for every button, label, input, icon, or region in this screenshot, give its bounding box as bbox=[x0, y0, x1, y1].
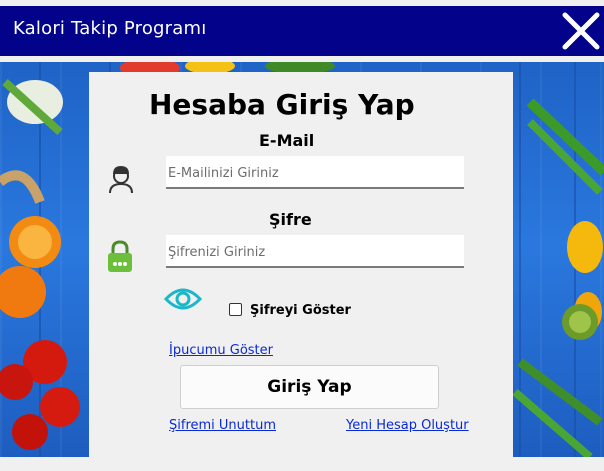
password-field[interactable] bbox=[166, 235, 464, 268]
close-icon[interactable] bbox=[562, 12, 600, 50]
login-button[interactable]: Giriş Yap bbox=[180, 365, 439, 409]
forgot-password-link[interactable]: Şifremi Unuttum bbox=[169, 418, 276, 433]
show-password-checkbox[interactable] bbox=[229, 303, 242, 316]
email-label: E-Mail bbox=[259, 131, 315, 150]
login-panel: Hesaba Giriş Yap E-Mail Şifre Şifreyi Gö… bbox=[89, 72, 513, 457]
show-password-label[interactable]: Şifreyi Göster bbox=[250, 303, 351, 318]
email-field[interactable] bbox=[166, 156, 464, 189]
bottom-strip bbox=[0, 457, 604, 471]
user-icon bbox=[109, 166, 133, 194]
title-bar: Kalori Takip Programı bbox=[0, 6, 604, 56]
password-label: Şifre bbox=[269, 210, 312, 229]
show-hint-link[interactable]: İpucumu Göster bbox=[169, 343, 273, 358]
eye-icon[interactable] bbox=[164, 285, 202, 313]
page-title: Hesaba Giriş Yap bbox=[149, 88, 415, 121]
lock-icon bbox=[108, 240, 132, 272]
create-account-link[interactable]: Yeni Hesap Oluştur bbox=[346, 418, 469, 433]
window-title: Kalori Takip Programı bbox=[13, 18, 207, 39]
